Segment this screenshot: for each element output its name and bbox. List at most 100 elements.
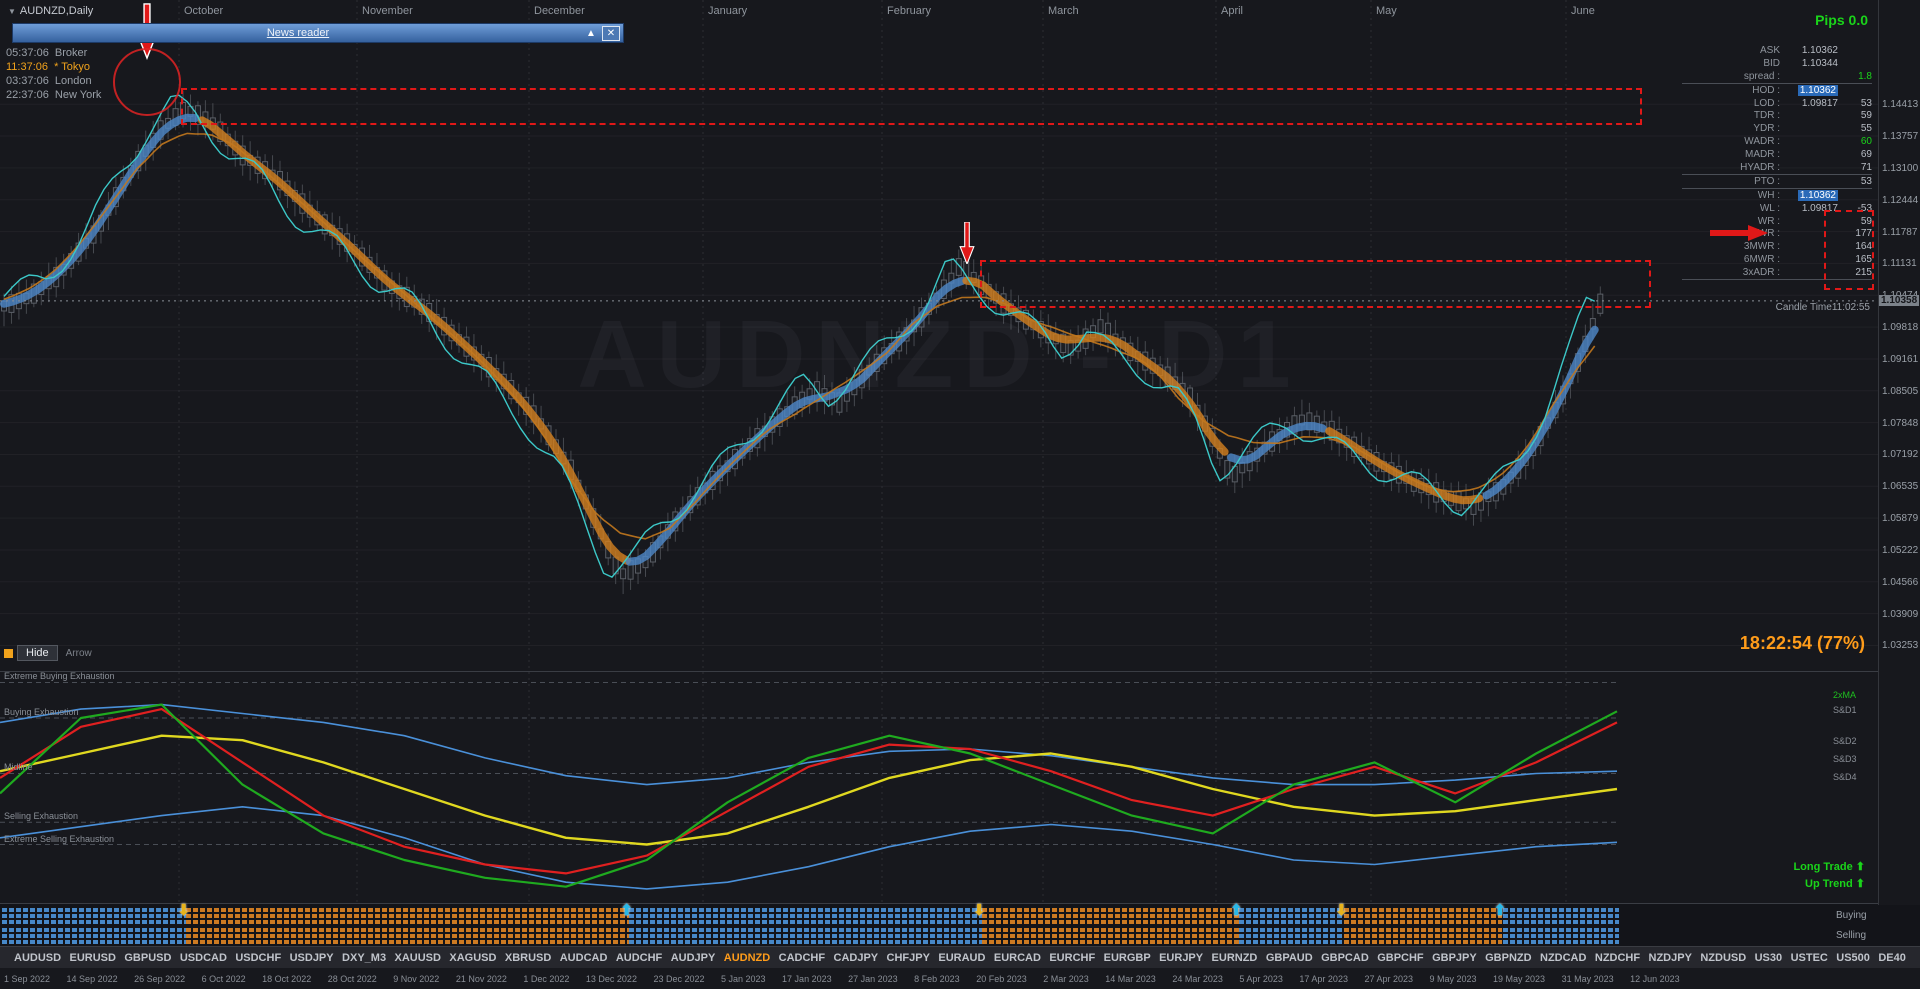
date-axis-label: 26 Sep 2022 [134, 974, 186, 984]
heatmap-run-blue [1503, 940, 1619, 944]
symbol-tab-nzdjpy[interactable]: NZDJPY [1649, 952, 1692, 964]
symbol-tab-eurchf[interactable]: EURCHF [1049, 952, 1095, 964]
symbol-tab-eurusd[interactable]: EURUSD [69, 952, 115, 964]
symbol-tab-eurgbp[interactable]: EURGBP [1104, 952, 1151, 964]
symbol-tab-dxy_m3[interactable]: DXY_M3 [342, 952, 386, 964]
price-axis-label: 1.14413 [1882, 99, 1919, 111]
symbol-tab-audusd[interactable]: AUDUSD [14, 952, 61, 964]
info-row: TDR :59 [1753, 110, 1872, 122]
heatmap-run-orange [186, 908, 629, 912]
symbol-tab-usdchf[interactable]: USDCHF [235, 952, 281, 964]
month-label: November [362, 5, 413, 17]
info-row: WADR :60 [1744, 136, 1872, 148]
symbol-tab-us500[interactable]: US500 [1836, 952, 1870, 964]
symbol-tab-eurjpy[interactable]: EURJPY [1159, 952, 1203, 964]
candle-time-value: 11:02:55 [1831, 302, 1870, 313]
indicator-line-slow-signal [0, 734, 1618, 846]
symbol-tab-usdcad[interactable]: USDCAD [180, 952, 227, 964]
price-axis[interactable]: 1.14413 1.13757 1.13100 1.12444 1.11787 1.111… [1878, 0, 1920, 905]
symbol-tab-xbrusd[interactable]: XBRUSD [505, 952, 551, 964]
symbol-tab-cadjpy[interactable]: CADJPY [834, 952, 879, 964]
symbol-tab-eurcad[interactable]: EURCAD [994, 952, 1041, 964]
chart-symbol-title: ▼ AUDNZD,Daily [8, 5, 93, 17]
heatmap-down-arrow-icon: ⬇ [1335, 902, 1348, 919]
date-axis-label: 9 May 2023 [1429, 974, 1477, 984]
heatmap-run-orange [982, 908, 1239, 912]
symbol-tab-nzdchf[interactable]: NZDCHF [1595, 952, 1640, 964]
indicator-right-label: S&D2 [1833, 736, 1857, 747]
signal-arrow-icon: ⬆ [1855, 878, 1865, 890]
month-label: May [1376, 5, 1397, 17]
month-label: December [534, 5, 585, 17]
symbols-bar: AUDUSD EURUSD GBPUSD USDCAD USDCHF USDJPY DXY_… [0, 946, 1920, 968]
symbol-tab-eurnzd[interactable]: EURNZD [1212, 952, 1258, 964]
info-row: 6MWR :165 [1743, 254, 1872, 266]
symbol-tab-us30[interactable]: US30 [1755, 952, 1783, 964]
date-axis-label: 31 May 2023 [1561, 974, 1614, 984]
symbol-tab-nzdusd[interactable]: NZDUSD [1700, 952, 1746, 964]
symbol-tab-audchf[interactable]: AUDCHF [616, 952, 662, 964]
symbol-tab-audjpy[interactable]: AUDJPY [671, 952, 716, 964]
symbol-tab-gbpchf[interactable]: GBPCHF [1377, 952, 1423, 964]
heatmap-run-blue [1503, 934, 1619, 938]
heatmap-run-orange [1344, 934, 1502, 938]
heatmap-run-orange [982, 920, 1239, 924]
hide-button[interactable]: Hide [17, 645, 58, 661]
indicator-square-icon [4, 648, 13, 658]
date-axis-label: 1 Dec 2022 [523, 974, 570, 984]
date-axis-label: 12 Jun 2023 [1630, 974, 1680, 984]
trend-ribbon-up [1482, 325, 1599, 500]
trend-ribbon-up [625, 276, 967, 566]
heatmap-run-blue [629, 914, 982, 918]
date-axis-label: 19 May 2023 [1493, 974, 1546, 984]
date-axis: 1 Sep 2022 14 Sep 2022 26 Sep 2022 6 Oct 20… [0, 969, 1680, 989]
close-icon[interactable]: ✕ [602, 25, 620, 41]
symbol-tab-audcad[interactable]: AUDCAD [560, 952, 608, 964]
news-reader-titlebar[interactable]: News reader ▲ ✕ [12, 23, 624, 43]
info-row: WR :59 [1757, 215, 1872, 227]
indicator-line-lower-band [0, 806, 1618, 890]
symbol-tab-gbpjpy[interactable]: GBPJPY [1432, 952, 1477, 964]
date-axis-label: 18 Oct 2022 [262, 974, 312, 984]
indicator-right-label: S&D4 [1833, 771, 1857, 782]
symbol-tab-gbpcad[interactable]: GBPCAD [1321, 952, 1369, 964]
heatmap-run-blue [1239, 928, 1344, 932]
heatmap-run-orange [186, 940, 629, 944]
info-row: YDR :55 [1753, 123, 1872, 135]
slow-ma-line [3, 132, 1596, 540]
price-axis-label: 1.07848 [1882, 417, 1919, 429]
collapse-icon[interactable]: ▲ [583, 27, 599, 40]
symbol-tab-nzdcad[interactable]: NZDCAD [1540, 952, 1586, 964]
symbol-tab-usdjpy[interactable]: USDJPY [290, 952, 334, 964]
price-axis-label: 1.13757 [1882, 131, 1919, 143]
trend-ribbon-down [198, 116, 631, 565]
heatmap-run-orange [186, 934, 629, 938]
indicator-right-label: S&D3 [1833, 753, 1857, 764]
heatmap-run-blue [2, 928, 186, 932]
date-axis-label: 27 Jan 2023 [848, 974, 898, 984]
symbol-tab-xagusd[interactable]: XAGUSD [449, 952, 496, 964]
symbol-tab-audnzd[interactable]: AUDNZD [724, 952, 770, 964]
symbol-tab-cadchf[interactable]: CADCHF [779, 952, 825, 964]
symbol-tab-gbpnzd[interactable]: GBPNZD [1485, 952, 1531, 964]
price-axis-label: 1.07192 [1882, 449, 1919, 461]
heatmap-run-orange [186, 920, 629, 924]
symbol-tab-de40[interactable]: DE40 [1878, 952, 1906, 964]
symbol-tab-ustec[interactable]: USTEC [1791, 952, 1828, 964]
date-axis-label: 6 Oct 2022 [201, 974, 246, 984]
symbol-tab-chfjpy[interactable]: CHFJPY [887, 952, 930, 964]
price-axis-label: 1.05222 [1882, 544, 1919, 556]
heatmap-up-arrow-icon: ⬆ [620, 902, 633, 919]
heatmap-up-arrow-icon: ⬆ [1230, 902, 1243, 919]
exhaustion-indicator-panel[interactable] [0, 672, 1878, 903]
symbol-tab-gbpaud[interactable]: GBPAUD [1266, 952, 1313, 964]
heatmap-band [2, 908, 1619, 926]
heatmap-down-arrow-icon: ⬇ [177, 902, 190, 919]
symbol-tab-euraud[interactable]: EURAUD [938, 952, 985, 964]
symbol-tab-gbpusd[interactable]: GBPUSD [124, 952, 171, 964]
heatmap-run-orange [982, 914, 1239, 918]
heatmap-run-orange [186, 914, 629, 918]
symbol-tab-xauusd[interactable]: XAUUSD [395, 952, 441, 964]
heatmap-run-blue [1239, 914, 1344, 918]
main-price-chart[interactable] [0, 0, 1878, 671]
